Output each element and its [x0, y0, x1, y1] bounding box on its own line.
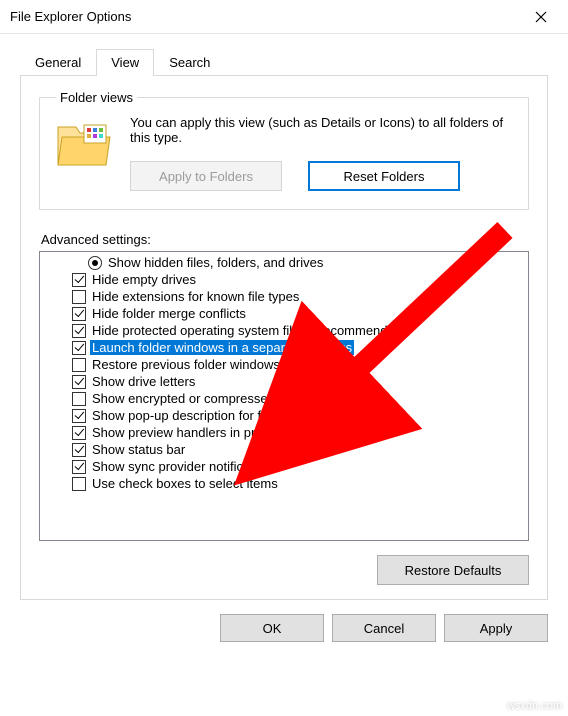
setting-label: Hide empty drives	[90, 272, 198, 287]
watermark: wsxdn.com	[507, 700, 562, 712]
setting-label: Show drive letters	[90, 374, 197, 389]
folder-views-legend: Folder views	[56, 90, 137, 105]
setting-label: Launch folder windows in a separate proc…	[90, 340, 354, 355]
checkbox-icon[interactable]	[72, 375, 86, 389]
folder-views-group: Folder views You can apply this view (su…	[39, 90, 529, 210]
close-icon	[535, 11, 547, 23]
checkbox-icon[interactable]	[72, 324, 86, 338]
setting-label: Hide extensions for known file types	[90, 289, 301, 304]
checkbox-icon[interactable]	[72, 341, 86, 355]
setting-label: Show preview handlers in preview pane	[90, 425, 323, 440]
tab-search[interactable]: Search	[154, 49, 225, 76]
close-button[interactable]	[518, 2, 564, 32]
tab-view[interactable]: View	[96, 49, 154, 76]
setting-row[interactable]: Show encrypted or compressed NTFS files …	[44, 390, 524, 407]
checkbox-icon[interactable]	[72, 307, 86, 321]
checkbox-icon[interactable]	[72, 392, 86, 406]
checkbox-icon[interactable]	[72, 426, 86, 440]
cancel-button[interactable]: Cancel	[332, 614, 436, 642]
setting-label: Use check boxes to select items	[90, 476, 280, 491]
setting-label: Restore previous folder windows at logon	[90, 357, 332, 372]
reset-folders-button[interactable]: Reset Folders	[308, 161, 460, 191]
setting-row[interactable]: Show preview handlers in preview pane	[44, 424, 524, 441]
titlebar: File Explorer Options	[0, 0, 568, 34]
checkbox-icon[interactable]	[72, 409, 86, 423]
setting-label: Show pop-up description for folder and d…	[90, 408, 401, 423]
advanced-settings-label: Advanced settings:	[41, 232, 529, 247]
checkbox-icon[interactable]	[72, 460, 86, 474]
setting-row[interactable]: Hide folder merge conflicts	[44, 305, 524, 322]
restore-defaults-button[interactable]: Restore Defaults	[377, 555, 529, 585]
tab-search-label: Search	[169, 55, 210, 70]
setting-label: Show encrypted or compressed NTFS files …	[90, 391, 387, 406]
folder-icon	[56, 119, 114, 167]
setting-row[interactable]: Show sync provider notifications	[44, 458, 524, 475]
tab-strip: General View Search	[0, 34, 568, 75]
setting-row[interactable]: Launch folder windows in a separate proc…	[44, 339, 524, 356]
apply-button[interactable]: Apply	[444, 614, 548, 642]
setting-label: Hide protected operating system files (R…	[90, 323, 408, 338]
checkbox-icon[interactable]	[72, 273, 86, 287]
setting-row[interactable]: Show drive letters	[44, 373, 524, 390]
setting-row[interactable]: Show status bar	[44, 441, 524, 458]
radio-icon[interactable]	[88, 256, 102, 270]
checkbox-icon[interactable]	[72, 290, 86, 304]
setting-label: Hide folder merge conflicts	[90, 306, 248, 321]
setting-row[interactable]: Show pop-up description for folder and d…	[44, 407, 524, 424]
setting-row[interactable]: Hide protected operating system files (R…	[44, 322, 524, 339]
folder-views-body: You can apply this view (such as Details…	[130, 115, 512, 191]
setting-row[interactable]: Hide extensions for known file types	[44, 288, 524, 305]
window-title: File Explorer Options	[10, 9, 518, 24]
tab-general-label: General	[35, 55, 81, 70]
setting-row[interactable]: Show hidden files, folders, and drives	[44, 254, 524, 271]
ok-button[interactable]: OK	[220, 614, 324, 642]
tab-view-label: View	[111, 55, 139, 70]
advanced-settings-list[interactable]: Show hidden files, folders, and drives Hi…	[39, 251, 529, 541]
tab-general[interactable]: General	[20, 49, 96, 76]
folder-views-description: You can apply this view (such as Details…	[130, 115, 512, 145]
tab-page-view: Folder views You can apply this view (su…	[20, 75, 548, 600]
setting-row[interactable]: Use check boxes to select items	[44, 475, 524, 492]
checkbox-icon[interactable]	[72, 443, 86, 457]
setting-label: Show status bar	[90, 442, 187, 457]
setting-label: Show hidden files, folders, and drives	[106, 255, 325, 270]
checkbox-icon[interactable]	[72, 477, 86, 491]
setting-label: Show sync provider notifications	[90, 459, 280, 474]
checkbox-icon[interactable]	[72, 358, 86, 372]
setting-row[interactable]: Hide empty drives	[44, 271, 524, 288]
dialog-buttons: OK Cancel Apply	[0, 614, 568, 660]
apply-to-folders-button[interactable]: Apply to Folders	[130, 161, 282, 191]
setting-row[interactable]: Restore previous folder windows at logon	[44, 356, 524, 373]
